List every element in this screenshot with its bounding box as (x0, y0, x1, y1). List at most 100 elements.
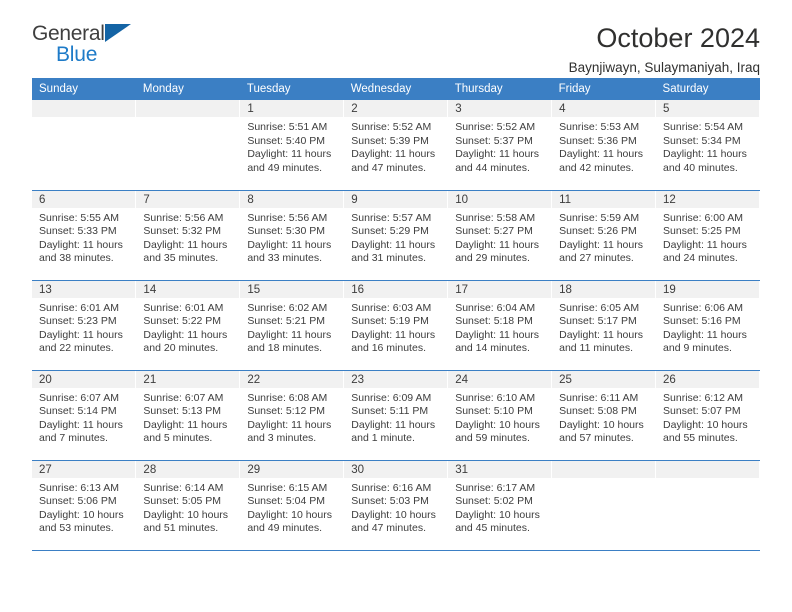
logo-text-blue: Blue (56, 43, 98, 66)
calendar-day-cell[interactable]: 5 Sunrise: 5:54 AM Sunset: 5:34 PM Daylight… (655, 100, 760, 191)
calendar-day-cell[interactable]: 14 Sunrise: 6:01 AM Sunset: 5:22 PM Dayligh… (135, 280, 241, 371)
sunrise-time: Sunrise: 5:52 AM (351, 121, 432, 133)
calendar-day-cell[interactable]: 16 Sunrise: 6:03 AM Sunset: 5:19 PM Dayligh… (343, 280, 449, 371)
calendar-day-cell[interactable]: 23 Sunrise: 6:09 AM Sunset: 5:11 PM Dayligh… (343, 370, 449, 461)
day-details: Sunrise: 6:15 AM Sunset: 5:04 PM Daylight:… (240, 478, 343, 536)
daylight-duration: Daylight: 11 hours and 22 minutes. (39, 328, 123, 355)
day-number (32, 100, 136, 117)
weekday-header-saturday: Saturday (655, 78, 760, 100)
weekday-header-thursday: Thursday (447, 78, 552, 100)
calendar-day-cell[interactable]: 18 Sunrise: 6:05 AM Sunset: 5:17 PM Dayligh… (551, 280, 657, 371)
sunset-time: Sunset: 5:03 PM (351, 495, 429, 508)
day-details: Sunrise: 5:56 AM Sunset: 5:30 PM Daylight:… (240, 208, 343, 266)
sunrise-time: Sunrise: 6:01 AM (39, 301, 119, 314)
sunrise-time: Sunrise: 6:00 AM (663, 211, 743, 224)
sunset-time: Sunset: 5:33 PM (39, 225, 117, 238)
calendar-page: General Blue October 2024 Baynjiwayn, Su… (0, 0, 792, 612)
sunrise-time: Sunrise: 6:12 AM (663, 391, 743, 404)
day-details: Sunrise: 5:57 AM Sunset: 5:29 PM Daylight:… (344, 208, 447, 266)
day-number: 3 (448, 100, 552, 117)
daylight-duration: Daylight: 11 hours and 49 minutes. (247, 148, 332, 174)
day-details: Sunrise: 5:59 AM Sunset: 5:26 PM Daylight:… (552, 208, 655, 266)
calendar-day-cell[interactable]: 9 Sunrise: 5:57 AM Sunset: 5:29 PM Daylight… (343, 190, 449, 281)
calendar-day-cell[interactable]: 8 Sunrise: 5:56 AM Sunset: 5:30 PM Daylight… (239, 190, 345, 281)
calendar-weekday-header: Sunday Monday Tuesday Wednesday Thursday… (32, 78, 760, 100)
calendar-day-cell[interactable]: 21 Sunrise: 6:07 AM Sunset: 5:13 PM Dayligh… (135, 370, 241, 461)
day-number: 7 (136, 190, 240, 208)
sunset-time: Sunset: 5:34 PM (663, 134, 741, 147)
day-number: 13 (32, 280, 136, 298)
daylight-duration: Daylight: 11 hours and 3 minutes. (247, 418, 332, 445)
calendar-day-cell[interactable]: 26 Sunrise: 6:12 AM Sunset: 5:07 PM Dayligh… (655, 370, 760, 461)
sunset-time: Sunset: 5:08 PM (559, 405, 637, 418)
day-number: 14 (136, 280, 240, 298)
day-details: Sunrise: 5:54 AM Sunset: 5:34 PM Daylight:… (656, 117, 759, 175)
daylight-duration: Daylight: 11 hours and 20 minutes. (143, 328, 228, 355)
daylight-duration: Daylight: 11 hours and 42 minutes. (559, 148, 643, 174)
daylight-duration: Daylight: 11 hours and 31 minutes. (351, 238, 436, 265)
sunrise-time: Sunrise: 5:56 AM (247, 211, 328, 224)
sunrise-time: Sunrise: 6:08 AM (247, 391, 328, 404)
daylight-duration: Daylight: 11 hours and 29 minutes. (455, 238, 540, 265)
calendar-day-cell[interactable]: 30 Sunrise: 6:16 AM Sunset: 5:03 PM Dayligh… (343, 460, 449, 551)
calendar-day-cell[interactable]: 3 Sunrise: 5:52 AM Sunset: 5:37 PM Daylight… (447, 100, 553, 191)
day-number: 24 (448, 370, 552, 388)
calendar-day-cell[interactable]: 22 Sunrise: 6:08 AM Sunset: 5:12 PM Dayligh… (239, 370, 345, 461)
calendar-day-cell[interactable]: 20 Sunrise: 6:07 AM Sunset: 5:14 PM Dayligh… (32, 370, 137, 461)
calendar-day-cell[interactable]: 10 Sunrise: 5:58 AM Sunset: 5:27 PM Dayligh… (447, 190, 553, 281)
sunset-time: Sunset: 5:05 PM (143, 495, 222, 508)
sunset-time: Sunset: 5:19 PM (351, 315, 429, 328)
sunset-time: Sunset: 5:23 PM (39, 315, 117, 328)
sunrise-time: Sunrise: 5:51 AM (247, 121, 328, 133)
calendar-day-cell[interactable]: 31 Sunrise: 6:17 AM Sunset: 5:02 PM Dayligh… (447, 460, 553, 551)
general-blue-logo[interactable]: General Blue (32, 22, 142, 72)
day-number: 29 (240, 460, 344, 478)
calendar-cell-empty (655, 460, 760, 551)
calendar-day-cell[interactable]: 29 Sunrise: 6:15 AM Sunset: 5:04 PM Dayligh… (239, 460, 345, 551)
logo-triangle-icon (105, 24, 131, 42)
calendar-day-cell[interactable]: 19 Sunrise: 6:06 AM Sunset: 5:16 PM Dayligh… (655, 280, 760, 371)
day-details: Sunrise: 5:55 AM Sunset: 5:33 PM Daylight:… (32, 208, 135, 266)
sunset-time: Sunset: 5:25 PM (663, 225, 741, 238)
day-number: 6 (32, 190, 136, 208)
sunset-time: Sunset: 5:27 PM (455, 225, 533, 238)
calendar-day-cell[interactable]: 6 Sunrise: 5:55 AM Sunset: 5:33 PM Daylight… (32, 190, 137, 281)
sunset-time: Sunset: 5:30 PM (247, 225, 325, 238)
sunset-time: Sunset: 5:02 PM (455, 495, 533, 508)
sunset-time: Sunset: 5:39 PM (351, 134, 429, 147)
sunset-time: Sunset: 5:04 PM (247, 495, 325, 508)
daylight-duration: Daylight: 11 hours and 38 minutes. (39, 238, 123, 265)
sunrise-time: Sunrise: 6:13 AM (39, 481, 119, 494)
weekday-row: Sunday Monday Tuesday Wednesday Thursday… (32, 78, 760, 100)
sunrise-time: Sunrise: 5:59 AM (559, 211, 640, 224)
daylight-duration: Daylight: 11 hours and 33 minutes. (247, 238, 332, 265)
calendar-day-cell[interactable]: 2 Sunrise: 5:52 AM Sunset: 5:39 PM Daylight… (343, 100, 449, 191)
calendar-day-cell[interactable]: 12 Sunrise: 6:00 AM Sunset: 5:25 PM Dayligh… (655, 190, 760, 281)
calendar-day-cell[interactable]: 13 Sunrise: 6:01 AM Sunset: 5:23 PM Dayligh… (32, 280, 137, 371)
calendar-day-cell[interactable]: 17 Sunrise: 6:04 AM Sunset: 5:18 PM Dayligh… (447, 280, 553, 371)
day-details: Sunrise: 6:07 AM Sunset: 5:13 PM Daylight:… (136, 388, 239, 446)
calendar-day-cell[interactable]: 27 Sunrise: 6:13 AM Sunset: 5:06 PM Dayligh… (32, 460, 137, 551)
calendar-day-cell[interactable]: 25 Sunrise: 6:11 AM Sunset: 5:08 PM Dayligh… (551, 370, 657, 461)
page-title: October 2024 (596, 23, 760, 53)
sunrise-time: Sunrise: 5:53 AM (559, 121, 640, 133)
calendar-day-cell[interactable]: 4 Sunrise: 5:53 AM Sunset: 5:36 PM Daylight… (551, 100, 657, 191)
calendar-day-cell[interactable]: 7 Sunrise: 5:56 AM Sunset: 5:32 PM Daylight… (135, 190, 241, 281)
sunset-time: Sunset: 5:29 PM (351, 225, 429, 238)
page-header: General Blue October 2024 Baynjiwayn, Su… (32, 0, 760, 75)
sunrise-time: Sunrise: 6:17 AM (455, 481, 536, 494)
calendar-day-cell[interactable]: 11 Sunrise: 5:59 AM Sunset: 5:26 PM Dayligh… (551, 190, 657, 281)
sunrise-time: Sunrise: 5:52 AM (455, 121, 536, 133)
calendar-day-cell[interactable]: 15 Sunrise: 6:02 AM Sunset: 5:21 PM Dayligh… (239, 280, 345, 371)
calendar-week-row: 13 Sunrise: 6:01 AM Sunset: 5:23 PM Dayligh… (32, 280, 760, 371)
calendar-cell-empty (32, 100, 137, 191)
calendar-day-cell[interactable]: 1 Sunrise: 5:51 AM Sunset: 5:40 PM Daylight… (239, 100, 345, 191)
calendar-day-cell[interactable]: 28 Sunrise: 6:14 AM Sunset: 5:05 PM Dayligh… (135, 460, 241, 551)
sunset-time: Sunset: 5:11 PM (351, 405, 429, 418)
daylight-duration: Daylight: 11 hours and 1 minute. (351, 418, 436, 445)
daylight-duration: Daylight: 10 hours and 55 minutes. (663, 418, 748, 445)
sunset-time: Sunset: 5:37 PM (455, 134, 533, 147)
day-details: Sunrise: 6:00 AM Sunset: 5:25 PM Daylight:… (656, 208, 759, 266)
calendar-day-cell[interactable]: 24 Sunrise: 6:10 AM Sunset: 5:10 PM Dayligh… (447, 370, 553, 461)
daylight-duration: Daylight: 11 hours and 40 minutes. (663, 148, 747, 174)
